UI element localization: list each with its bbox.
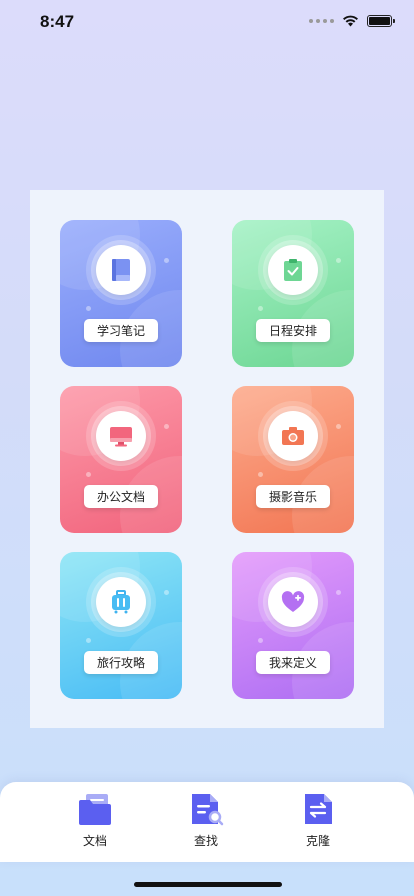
tab-label: 文档 xyxy=(82,834,107,848)
tab-documents[interactable]: 文档 xyxy=(55,792,135,852)
heart-plus-icon xyxy=(281,591,305,612)
status-time: 8:47 xyxy=(40,12,75,31)
card-travel-guide[interactable]: 旅行攻略 xyxy=(60,552,182,699)
home-indicator xyxy=(134,882,282,887)
category-panel: 学习笔记 日程安排 办公文档 摄影音乐 旅行攻略 我来定义 xyxy=(30,190,384,728)
document-transfer-icon xyxy=(305,794,332,824)
status-bar: 8:47 xyxy=(0,0,414,44)
notebook-icon xyxy=(112,259,130,281)
card-study-notes[interactable]: 学习笔记 xyxy=(60,220,182,367)
card-label: 学习笔记 xyxy=(84,319,158,342)
tab-label: 克隆 xyxy=(305,834,330,848)
wifi-icon xyxy=(343,15,358,27)
tab-bar: 文档 查找 克隆 xyxy=(0,782,414,862)
card-label: 办公文档 xyxy=(84,485,158,508)
clipboard-check-icon xyxy=(284,259,302,281)
card-schedule[interactable]: 日程安排 xyxy=(232,220,354,367)
camera-icon xyxy=(282,427,304,445)
card-label: 摄影音乐 xyxy=(256,485,330,508)
card-label: 日程安排 xyxy=(256,319,330,342)
tab-label: 查找 xyxy=(193,834,218,848)
card-photo-music[interactable]: 摄影音乐 xyxy=(232,386,354,533)
tab-search[interactable]: 查找 xyxy=(166,792,246,852)
card-office-docs[interactable]: 办公文档 xyxy=(60,386,182,533)
folder-icon xyxy=(79,794,111,825)
card-custom[interactable]: 我来定义 xyxy=(232,552,354,699)
suitcase-icon xyxy=(112,590,130,614)
battery-icon xyxy=(367,15,395,27)
monitor-icon xyxy=(110,427,132,447)
card-label: 我来定义 xyxy=(256,651,330,674)
tab-clone[interactable]: 克隆 xyxy=(278,792,358,852)
card-label: 旅行攻略 xyxy=(84,651,158,674)
status-icons xyxy=(309,15,395,27)
signal-dots-icon xyxy=(309,19,334,23)
document-search-icon xyxy=(192,794,224,826)
